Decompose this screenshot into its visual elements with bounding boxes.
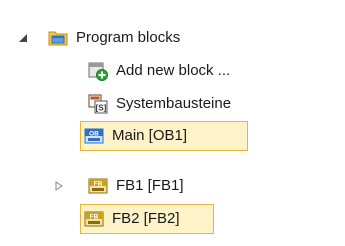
svg-text:[S]: [S] [96,104,107,113]
tree-node-systembausteine[interactable]: [S] Systembausteine [88,89,231,119]
system-blocks-icon: [S] [88,94,108,114]
project-tree: Program blocks Add new block ... [S] Sys… [0,0,345,246]
folder-icon [48,28,68,48]
tree-node-main-ob1[interactable]: OB Main [OB1] [80,121,248,151]
fb-block-icon: FB [88,176,108,196]
tree-node-label: Main [OB1] [112,127,188,144]
add-block-icon [88,61,108,81]
tree-node-fb1[interactable]: FB FB1 [FB1] [88,171,184,201]
tree-node-program-blocks[interactable]: Program blocks [48,23,180,53]
expand-arrow-icon[interactable] [54,181,64,191]
tree-node-label: Systembausteine [116,95,232,112]
tree-node-label: Add new block ... [116,62,231,79]
fb-block-icon: FB [84,209,104,229]
svg-text:FB: FB [90,214,99,221]
svg-text:OB: OB [89,131,99,138]
tree-node-label: FB2 [FB2] [112,210,180,227]
tree-node-label: Program blocks [76,29,181,46]
tree-node-add-new-block[interactable]: Add new block ... [88,56,230,86]
collapse-arrow-icon[interactable] [18,33,28,43]
tree-node-fb2[interactable]: FB FB2 [FB2] [80,204,214,234]
tree-node-label: FB1 [FB1] [116,177,184,194]
svg-text:FB: FB [94,181,103,188]
ob-block-icon: OB [84,126,104,146]
